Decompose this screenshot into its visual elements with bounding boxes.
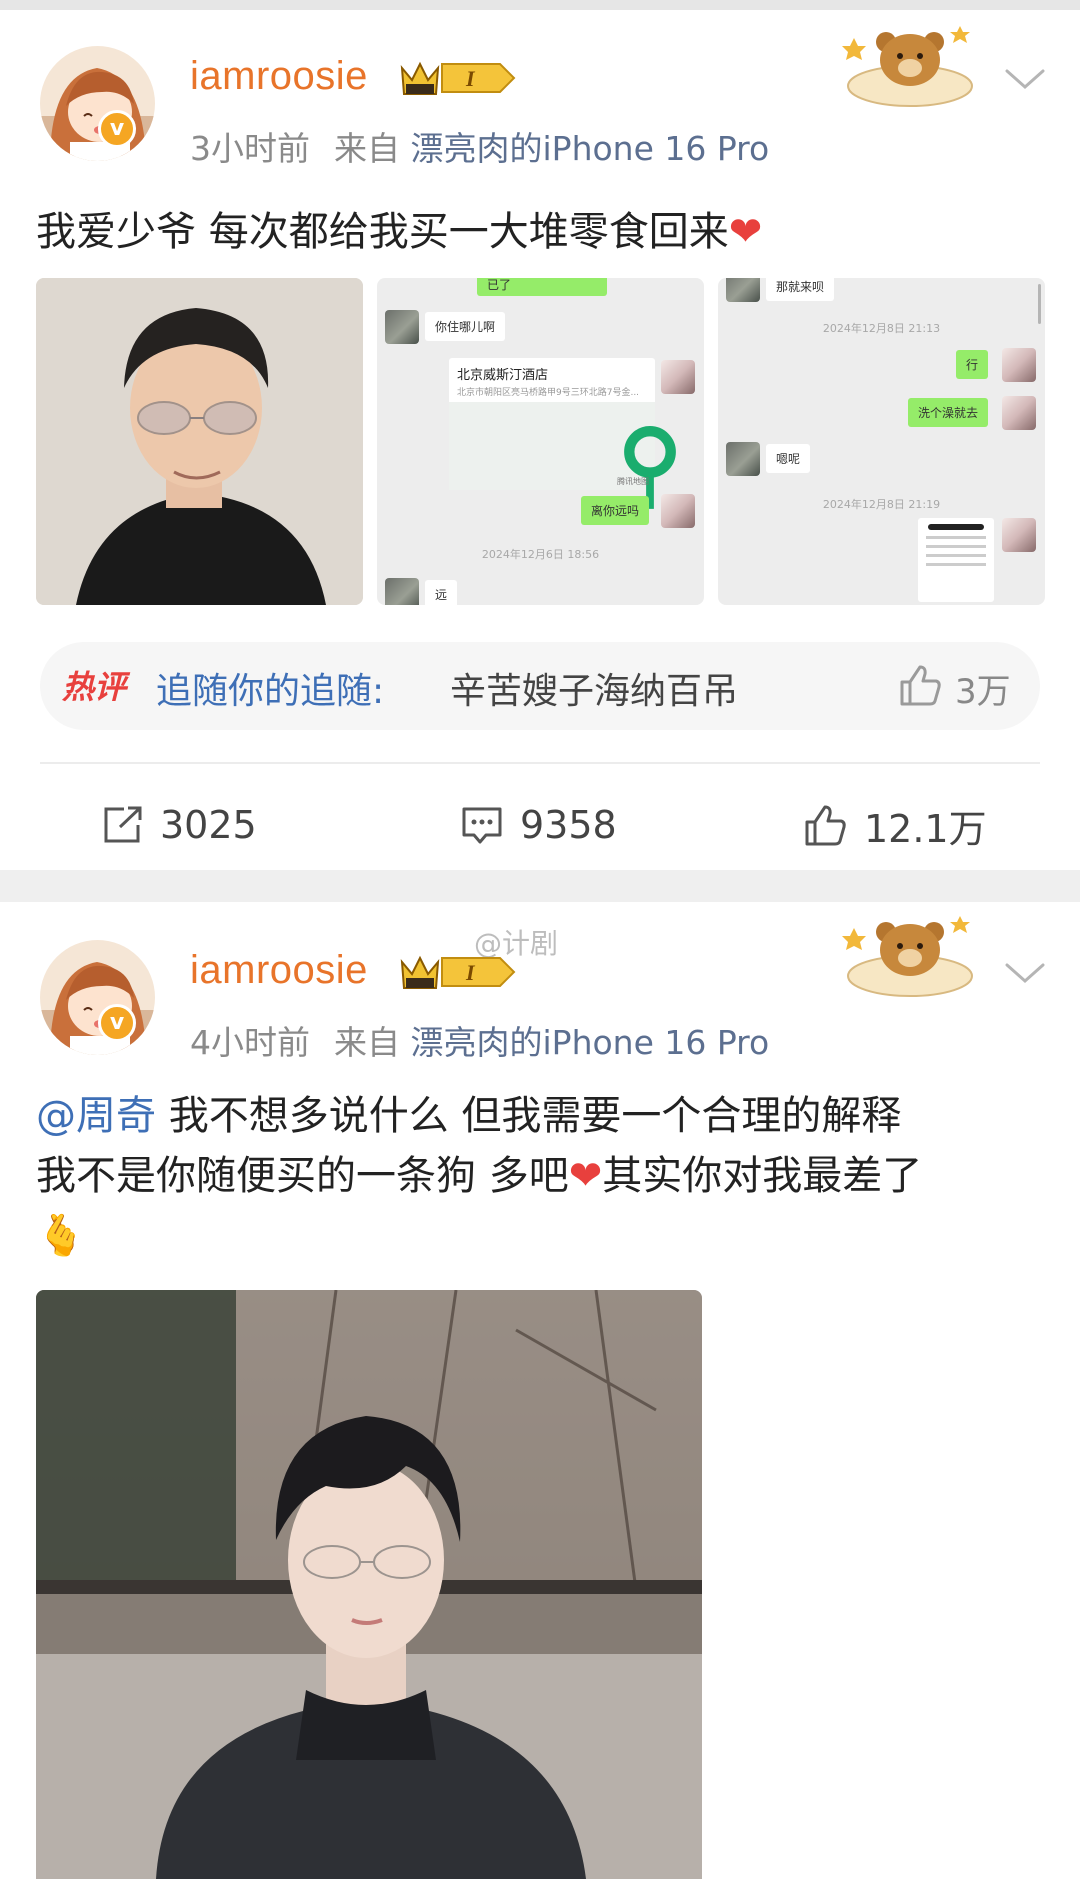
chat-bubble: 洗个澡就去	[908, 398, 989, 427]
post-source[interactable]: 漂亮肉的iPhone 16 Pro	[411, 129, 770, 168]
chat-bubble: 你住哪儿啊	[425, 312, 506, 341]
post-separator	[0, 870, 1080, 902]
like-count: 12.1万	[864, 806, 987, 851]
weibo-post-1[interactable]: v iamroosie I 3小时前 来自 漂亮肉的iPhone 16 Pro 我…	[0, 10, 1080, 870]
crown-badge-icon[interactable]: I	[400, 58, 518, 98]
chat-avatar	[1002, 396, 1036, 430]
divider	[40, 762, 1040, 764]
post-source[interactable]: 漂亮肉的iPhone 16 Pro	[411, 1023, 770, 1062]
avatar[interactable]	[40, 940, 155, 1055]
location-address: 北京市朝阳区亮马桥路甲9号三环北路7号金...	[457, 388, 640, 398]
heart-emoji: ❤	[568, 1153, 603, 1199]
mention-link[interactable]: @周奇	[36, 1093, 156, 1139]
like-icon[interactable]	[898, 664, 942, 706]
hot-comment-content: 辛苦嫂子海纳百吊	[450, 671, 739, 712]
verified-badge: v	[98, 1004, 136, 1042]
weibo-post-2[interactable]: @计剧 v iamroosie I 4小时前 来自 漂亮肉的iPhone 16 P…	[0, 902, 1080, 1879]
chevron-down-icon[interactable]	[1003, 66, 1047, 92]
hot-comment[interactable]: 热评 追随你的追随: 辛苦嫂子海纳百吊 3万	[40, 642, 1040, 730]
repost-count: 3025	[160, 803, 257, 847]
post-text: 我爱少爷 每次都给我买一大堆零食回来❤	[36, 202, 1040, 262]
post-text-part: 其实你对我最差了	[602, 1153, 923, 1199]
post-image-1[interactable]	[36, 278, 363, 605]
username[interactable]: iamroosie	[190, 54, 368, 99]
chat-bubble: 已了	[477, 278, 607, 296]
avatar-image	[40, 940, 155, 1055]
source-prefix: 来自	[334, 129, 400, 168]
chat-avatar	[661, 360, 695, 394]
comment-count: 9358	[520, 803, 617, 847]
post-meta: 3小时前 来自 漂亮肉的iPhone 16 Pro	[190, 122, 769, 170]
level-badge-label: I	[465, 66, 476, 91]
like-icon	[805, 805, 846, 846]
post-time: 3小时前	[190, 129, 310, 168]
chat-screenshot-attachment	[918, 518, 994, 602]
repost-icon	[104, 806, 142, 843]
portrait-photo	[36, 1290, 702, 1879]
chat-bubble: 那就来呗	[766, 278, 835, 301]
post-text-part: 我不想多说什么 但我需要一个合理的解释	[168, 1093, 902, 1139]
chat-bubble: 行	[956, 350, 989, 379]
scrollbar	[1038, 284, 1041, 324]
hand-emoji: 🫰	[36, 1213, 86, 1259]
chat-timestamp: 2024年12月8日 21:13	[822, 322, 941, 335]
teddy-bear-decoration-icon	[842, 916, 973, 997]
post-meta: 4小时前 来自 漂亮肉的iPhone 16 Pro	[190, 1016, 769, 1064]
chevron-down-icon[interactable]	[1003, 960, 1047, 986]
post-text-line-1: @周奇 我不想多说什么 但我需要一个合理的解释	[36, 1086, 1040, 1146]
hot-comment-likes: 3万	[955, 672, 1011, 712]
post-text-part: 我不是你随便买的一条狗 多吧	[36, 1153, 569, 1199]
location-map: 腾讯地图	[449, 402, 676, 509]
chat-timestamp: 2024年12月6日 18:56	[481, 548, 600, 561]
chat-avatar	[726, 442, 760, 476]
top-gap	[0, 0, 1080, 10]
verified-badge: v	[98, 110, 136, 148]
post-text: @周奇 我不想多说什么 但我需要一个合理的解释 我不是你随便买的一条狗 多吧❤其…	[36, 1086, 1040, 1266]
chat-avatar	[661, 494, 695, 528]
username[interactable]: iamroosie	[190, 948, 368, 993]
chat-bubble: 嗯呢	[766, 444, 811, 473]
location-card: 北京威斯汀酒店 北京市朝阳区亮马桥路甲9号三环北路7号金... 腾讯地图	[449, 358, 676, 509]
heart-emoji: ❤	[728, 209, 763, 255]
avatar-image	[40, 46, 155, 161]
chat-avatar	[726, 278, 760, 302]
map-provider-label: 腾讯地图	[617, 477, 649, 486]
chat-avatar	[385, 310, 419, 344]
like-button[interactable]: 12.1万	[802, 800, 987, 851]
chat-avatar	[385, 578, 419, 605]
chat-bubble: 离你远吗	[581, 496, 650, 525]
source-prefix: 来自	[334, 1023, 400, 1062]
post-text-body: 我爱少爷 每次都给我买一大堆零食回来	[36, 209, 729, 255]
post-image-3-chat-screenshot[interactable]: 那就来呗 2024年12月8日 21:13 行 洗个澡就去 嗯呢 2024年12…	[718, 278, 1045, 605]
chat-timestamp: 2024年12月8日 21:19	[822, 498, 941, 511]
hot-comment-author[interactable]: 追随你的追随:	[156, 662, 384, 714]
comment-icon	[462, 807, 502, 844]
crown-badge-icon[interactable]: I	[400, 952, 518, 992]
selfie-photo	[36, 278, 363, 605]
chat-avatar	[1002, 518, 1036, 552]
repost-button[interactable]: 3025	[102, 800, 257, 850]
chat-bubble: 远	[425, 580, 458, 605]
post-image-portrait[interactable]	[36, 1290, 702, 1879]
level-badge-label: I	[465, 960, 476, 985]
hot-comment-tag: 热评	[62, 668, 127, 706]
location-name: 北京威斯汀酒店	[457, 368, 549, 383]
post-text-line-2: 我不是你随便买的一条狗 多吧❤其实你对我最差了	[36, 1146, 1040, 1206]
avatar[interactable]	[40, 46, 155, 161]
chat-avatar	[1002, 348, 1036, 382]
comment-button[interactable]: 9358	[460, 800, 617, 850]
teddy-bear-decoration-icon	[842, 26, 973, 107]
post-time: 4小时前	[190, 1023, 310, 1062]
post-text-line-3: 🫰	[36, 1206, 1040, 1266]
post-image-2-chat-screenshot[interactable]: 已了 你住哪儿啊 北京威斯汀酒店 北京市朝阳区亮马桥路甲9号三环北路7号金...…	[377, 278, 704, 605]
